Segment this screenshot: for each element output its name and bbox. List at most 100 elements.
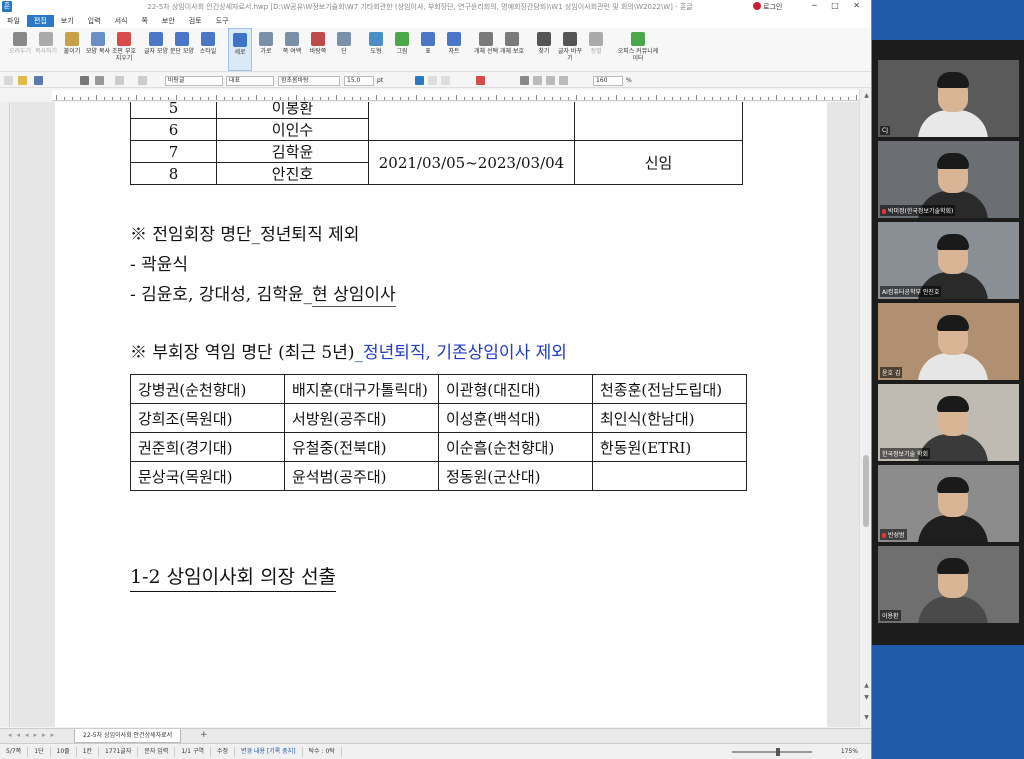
participant-video[interactable]: 반성범 bbox=[878, 465, 1019, 542]
participant-video[interactable]: 이용환 bbox=[878, 546, 1019, 623]
ruler-tick bbox=[168, 97, 169, 100]
ribbon-button[interactable]: 쪽 여백 bbox=[280, 28, 304, 71]
new-doc-icon[interactable] bbox=[4, 76, 13, 85]
ribbon-button[interactable]: 정렬 bbox=[584, 28, 608, 71]
menu-item[interactable]: 쪽 bbox=[134, 16, 154, 26]
status-item[interactable]: 10줄 bbox=[51, 746, 77, 757]
menu-item[interactable]: 보안 bbox=[155, 16, 182, 26]
add-tab-button[interactable]: + bbox=[200, 730, 208, 740]
participant-video[interactable]: CJ bbox=[878, 60, 1019, 137]
menu-item[interactable]: 검토 bbox=[182, 16, 209, 26]
status-item[interactable]: 1단 bbox=[28, 746, 51, 757]
ribbon-button[interactable]: 도형 bbox=[364, 28, 388, 71]
ribbon-button[interactable]: 모양 복사 bbox=[86, 28, 110, 71]
window-controls[interactable]: ─ □ ✕ bbox=[812, 1, 866, 10]
status-item[interactable]: 수정 bbox=[211, 746, 235, 757]
status-item[interactable]: 1771글자 bbox=[99, 746, 139, 757]
participant-video[interactable]: 박미정(한국정보기술학회) bbox=[878, 141, 1019, 218]
ribbon-button[interactable]: 오피스 커뮤니케이터 bbox=[616, 28, 660, 71]
participant-hair bbox=[937, 558, 969, 574]
ruler-tick bbox=[680, 97, 681, 100]
page-up-icon[interactable]: ▲ bbox=[862, 682, 871, 691]
print-icon[interactable] bbox=[80, 76, 89, 85]
bold-icon[interactable] bbox=[415, 76, 424, 85]
undo-icon[interactable] bbox=[115, 76, 124, 85]
align-left-icon[interactable] bbox=[533, 76, 542, 85]
ribbon-button[interactable]: 개체 보호 bbox=[500, 28, 524, 71]
ribbon-button[interactable]: 바탕쪽 bbox=[306, 28, 330, 71]
zoom-slider-knob[interactable] bbox=[776, 748, 780, 756]
tab-nav-icons[interactable]: ◂◂◂▸▸▸ bbox=[8, 731, 59, 739]
menu-item[interactable]: 서식 bbox=[108, 16, 135, 26]
font-size-input[interactable]: 15.0 bbox=[344, 76, 374, 86]
participant-video[interactable]: 윤호 김 bbox=[878, 303, 1019, 380]
status-item[interactable]: 탁수 : 0탁 bbox=[303, 746, 342, 757]
document-page[interactable]: 5 이봉환 6 이인수 7 김학윤 2021/03/05~2023/03/04 … bbox=[55, 102, 827, 727]
status-item[interactable]: 1/1 구역 bbox=[175, 746, 211, 757]
zoom-input[interactable]: 160 bbox=[593, 76, 623, 86]
ribbon-button[interactable]: 표 bbox=[416, 28, 440, 71]
style-select[interactable]: 바탕글 bbox=[165, 76, 223, 86]
vertical-ruler[interactable] bbox=[0, 102, 10, 727]
hwp-window: 훈 22-5차 상임이사회 안건상세자료서.hwp [D:\W공유\W정보기술회… bbox=[0, 0, 872, 759]
menu-item[interactable]: 보기 bbox=[54, 16, 81, 26]
horizontal-ruler[interactable] bbox=[52, 90, 860, 101]
menu-item[interactable]: 편집 bbox=[26, 15, 54, 27]
align-right-icon[interactable] bbox=[559, 76, 568, 85]
ribbon-button[interactable]: 개체 선택 bbox=[474, 28, 498, 71]
table-cell: 8 bbox=[130, 162, 217, 185]
zoom-level[interactable]: 175% bbox=[841, 748, 858, 755]
ruler-tick bbox=[352, 97, 353, 100]
zoom-slider[interactable] bbox=[732, 748, 812, 756]
vertical-scrollbar[interactable]: ▲ ▲ ▼ ▼ bbox=[859, 90, 871, 727]
ribbon-button[interactable]: 차트 bbox=[442, 28, 466, 71]
participant-video[interactable]: AI컴퓨터공학부 안진호 bbox=[878, 222, 1019, 299]
menu-item[interactable]: 파일 bbox=[0, 16, 27, 26]
status-item[interactable]: 문자 입력 bbox=[138, 746, 176, 757]
status-item[interactable]: 1칸 bbox=[77, 746, 100, 757]
table-cell: 강병권(순천향대) bbox=[130, 374, 285, 404]
table-cell: 이순흠(순천향대) bbox=[438, 432, 593, 462]
page-down-icon[interactable]: ▼ bbox=[862, 694, 871, 703]
align-center-icon[interactable] bbox=[546, 76, 555, 85]
scroll-down-icon[interactable]: ▼ bbox=[862, 714, 871, 723]
underline-icon[interactable] bbox=[441, 76, 450, 85]
font-select[interactable]: 함초롬바탕 bbox=[278, 76, 340, 86]
vice-president-table: 강병권(순천향대) 배지훈(대구가톨릭대) 이관형(대진대) 천종훈(전남도립대) 강희… bbox=[130, 374, 747, 491]
ribbon-button[interactable]: 찾기 bbox=[532, 28, 556, 71]
ribbon-label: 붙이기 bbox=[63, 48, 81, 55]
ribbon-button[interactable]: 그림 bbox=[390, 28, 414, 71]
language-select[interactable]: 대표 bbox=[226, 76, 274, 86]
ribbon-button[interactable]: 문단 모양 bbox=[170, 28, 194, 71]
document-area[interactable]: 5 이봉환 6 이인수 7 김학윤 2021/03/05~2023/03/04 … bbox=[11, 102, 859, 727]
menu-item[interactable]: 입력 bbox=[81, 16, 108, 26]
ribbon-button[interactable]: 스타일 bbox=[196, 28, 220, 71]
scroll-up-icon[interactable]: ▲ bbox=[862, 92, 871, 101]
italic-icon[interactable] bbox=[428, 76, 437, 85]
ribbon-button[interactable]: 가로 bbox=[254, 28, 278, 71]
status-item[interactable]: 5/7쪽 bbox=[0, 746, 29, 757]
ribbon-button[interactable]: 단 bbox=[332, 28, 356, 71]
tab-document[interactable]: 22-5차 상임이사회 안건상세자료서 bbox=[74, 729, 182, 743]
ruler-tick bbox=[584, 97, 585, 100]
align-justify-icon[interactable] bbox=[520, 76, 529, 85]
font-color-icon[interactable] bbox=[476, 76, 485, 85]
ribbon-button[interactable]: 글자 바꾸기 bbox=[558, 28, 582, 71]
ribbon-button[interactable]: 조판 부호 지우기 bbox=[112, 28, 136, 71]
ruler-tick bbox=[448, 97, 449, 100]
open-folder-icon[interactable] bbox=[18, 76, 27, 85]
login-button[interactable]: 로그인 bbox=[753, 2, 782, 12]
ribbon-button[interactable]: 복사하기 bbox=[34, 28, 58, 71]
save-icon[interactable] bbox=[34, 76, 43, 85]
track-changes-status[interactable]: 변경 내용 [기록 중지] bbox=[235, 746, 303, 757]
ruler-tick bbox=[72, 97, 73, 100]
ribbon-button[interactable]: 세로 bbox=[228, 28, 252, 71]
ribbon-button[interactable]: 글자 모양 bbox=[144, 28, 168, 71]
participant-video[interactable]: 한국정보기술 학회 bbox=[878, 384, 1019, 461]
redo-icon[interactable] bbox=[138, 76, 147, 85]
scrollbar-thumb[interactable] bbox=[863, 455, 869, 527]
ribbon-button[interactable]: 붙이기 bbox=[60, 28, 84, 71]
ribbon-button[interactable]: 오려두기 bbox=[8, 28, 32, 71]
menu-item[interactable]: 도구 bbox=[209, 16, 236, 26]
preview-icon[interactable] bbox=[95, 76, 104, 85]
